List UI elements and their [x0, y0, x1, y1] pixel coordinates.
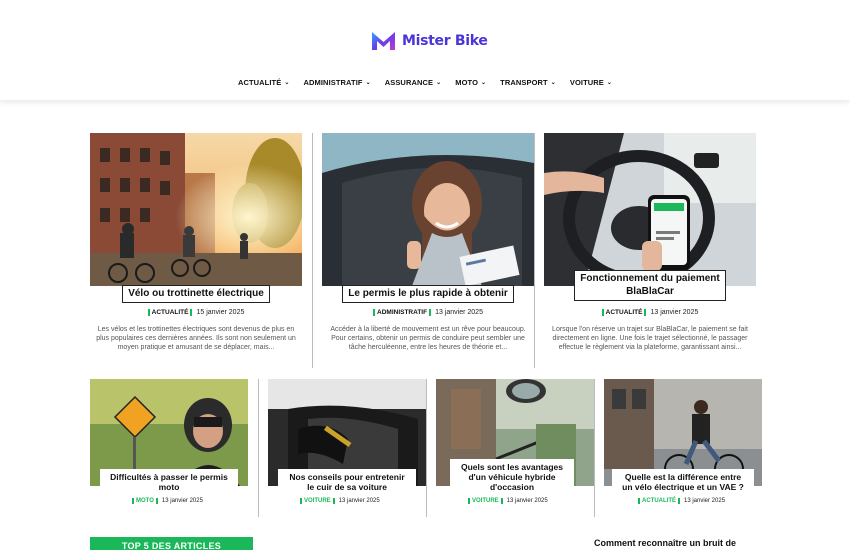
page: Mister Bike ACTUALITÉ ⌄ ADMINISTRATIF ⌄ AS… [0, 0, 850, 550]
nav-label: VOITURE [569, 78, 604, 87]
article-title[interactable]: Quelle est la différence entre un vélo é… [612, 469, 754, 494]
article-date: 13 janvier 2025 [338, 498, 380, 504]
chevron-down-icon: ⌄ [436, 80, 442, 86]
title-line: Quels sont les avantages [460, 462, 564, 472]
main-nav: ACTUALITÉ ⌄ ADMINISTRATIF ⌄ ASSURANCE ⌄ MOT… [0, 78, 850, 87]
chevron-down-icon: ⌄ [606, 80, 613, 86]
article-date: 13 janvier 2025 [684, 498, 726, 504]
site-logo[interactable]: Mister Bike [371, 30, 488, 52]
article-date: 13 janvier 2025 [435, 309, 483, 316]
title-line: un vélo électrique et un VAE ? [622, 482, 744, 492]
article-title[interactable]: Difficultés à passer le permis moto [100, 469, 238, 494]
title-line: d'un véhicule hybride [468, 472, 556, 482]
category-badge[interactable]: ADMINISTRATIF [373, 309, 432, 316]
nav-item-voiture[interactable]: VOITURE ⌄ [570, 78, 612, 87]
chevron-down-icon: ⌄ [284, 80, 290, 86]
site-header: Mister Bike ACTUALITÉ ⌄ ADMINISTRATIF ⌄ AS… [0, 0, 850, 100]
article-date: 13 janvier 2025 [161, 498, 203, 504]
title-line: Fonctionnement du paiement [580, 273, 720, 284]
nav-item-moto[interactable]: MOTO ⌄ [455, 78, 486, 87]
article-title[interactable]: Vélo ou trottinette électrique [122, 285, 270, 303]
nav-item-assurance[interactable]: ASSURANCE ⌄ [385, 78, 442, 87]
category-badge[interactable]: ACTUALITÉ [638, 498, 680, 504]
chevron-down-icon: ⌄ [365, 80, 371, 86]
nav-label: TRANSPORT [500, 78, 548, 87]
article-date: 13 janvier 2025 [650, 309, 699, 316]
article-card[interactable]: Quels sont les avantages d'un véhicule h… [436, 379, 594, 514]
article-image-car-phone-payment[interactable] [544, 133, 756, 286]
article-date: 15 janvier 2025 [196, 309, 245, 316]
title-line: BlaBlaCar [626, 286, 674, 297]
article-card[interactable]: Quelle est la différence entre un vélo é… [604, 379, 762, 514]
nav-item-actualite[interactable]: ACTUALITÉ ⌄ [238, 78, 290, 87]
nav-label: ADMINISTRATIF [303, 78, 363, 87]
title-wrap: Vélo ou trottinette électrique [90, 285, 302, 303]
nav-label: MOTO [455, 78, 479, 87]
nav-label: ASSURANCE [384, 78, 434, 87]
title-line: le cuir de sa voiture [307, 482, 387, 492]
article-card[interactable]: Difficultés à passer le permis moto MOTO… [90, 379, 248, 514]
logo-m-icon [372, 32, 395, 50]
article-meta: ACTUALITÉ 13 janvier 2025 [638, 498, 725, 504]
title-line: d'occasion [489, 482, 535, 492]
title-line: Nos conseils pour entretenir [289, 472, 405, 482]
chevron-down-icon: ⌄ [481, 80, 487, 86]
article-title[interactable]: Quels sont les avantages d'un véhicule h… [450, 459, 574, 494]
article-card[interactable]: Nos conseils pour entretenir le cuir de … [268, 379, 426, 514]
divider [594, 379, 595, 517]
title-wrap: Le permis le plus rapide à obtenir [322, 285, 534, 303]
site-name: Mister Bike [402, 33, 488, 49]
category-badge[interactable]: VOITURE [468, 498, 503, 504]
featured-card[interactable]: Vélo ou trottinette électrique ACTUALITÉ… [90, 133, 302, 368]
article-title[interactable]: Fonctionnement du paiement BlaBlaCar [574, 270, 726, 301]
category-badge[interactable]: MOTO [132, 498, 158, 504]
featured-card[interactable]: Le permis le plus rapide à obtenir ADMIN… [322, 133, 534, 368]
divider [312, 133, 313, 368]
article-image-street-cyclists[interactable] [90, 133, 302, 286]
chevron-down-icon: ⌄ [550, 80, 556, 86]
top-articles-button[interactable]: TOP 5 DES ARTICLES [90, 537, 253, 550]
divider [426, 379, 427, 517]
article-meta: ACTUALITÉ 15 janvier 2025 [90, 309, 302, 316]
article-title[interactable]: Nos conseils pour entretenir le cuir de … [278, 469, 416, 494]
sidebar-article-title[interactable]: Comment reconnaître un bruit de [594, 538, 736, 548]
title-wrap: Fonctionnement du paiement BlaBlaCar [544, 270, 756, 301]
article-title[interactable]: Le permis le plus rapide à obtenir [342, 285, 514, 303]
article-excerpt: Lorsque l'on réserve un trajet sur BlaBl… [552, 326, 748, 351]
divider [258, 379, 259, 517]
nav-item-transport[interactable]: TRANSPORT ⌄ [500, 78, 556, 87]
title-line: moto [158, 482, 180, 492]
article-excerpt: Les vélos et les trottinettes électrique… [96, 326, 296, 351]
nav-item-administratif[interactable]: ADMINISTRATIF ⌄ [303, 78, 370, 87]
nav-label: ACTUALITÉ [237, 78, 282, 87]
article-meta: VOITURE 13 janvier 2025 [300, 498, 380, 504]
article-meta: ACTUALITÉ 13 janvier 2025 [544, 309, 756, 316]
category-badge[interactable]: ACTUALITÉ [147, 309, 193, 316]
article-excerpt: Accéder à la liberté de mouvement est un… [330, 326, 526, 351]
article-meta: MOTO 13 janvier 2025 [132, 498, 203, 504]
category-badge[interactable]: VOITURE [300, 498, 335, 504]
featured-card[interactable]: Fonctionnement du paiement BlaBlaCar ACT… [544, 133, 756, 368]
divider [534, 133, 535, 368]
article-date: 13 janvier 2025 [506, 498, 548, 504]
category-badge[interactable]: ACTUALITÉ [601, 309, 647, 316]
title-line: Difficultés à passer le permis [110, 472, 228, 482]
title-line: Quelle est la différence entre [624, 472, 742, 482]
article-image-driver-license[interactable] [322, 133, 534, 286]
article-meta: ADMINISTRATIF 13 janvier 2025 [322, 309, 534, 316]
article-meta: VOITURE 13 janvier 2025 [468, 498, 548, 504]
